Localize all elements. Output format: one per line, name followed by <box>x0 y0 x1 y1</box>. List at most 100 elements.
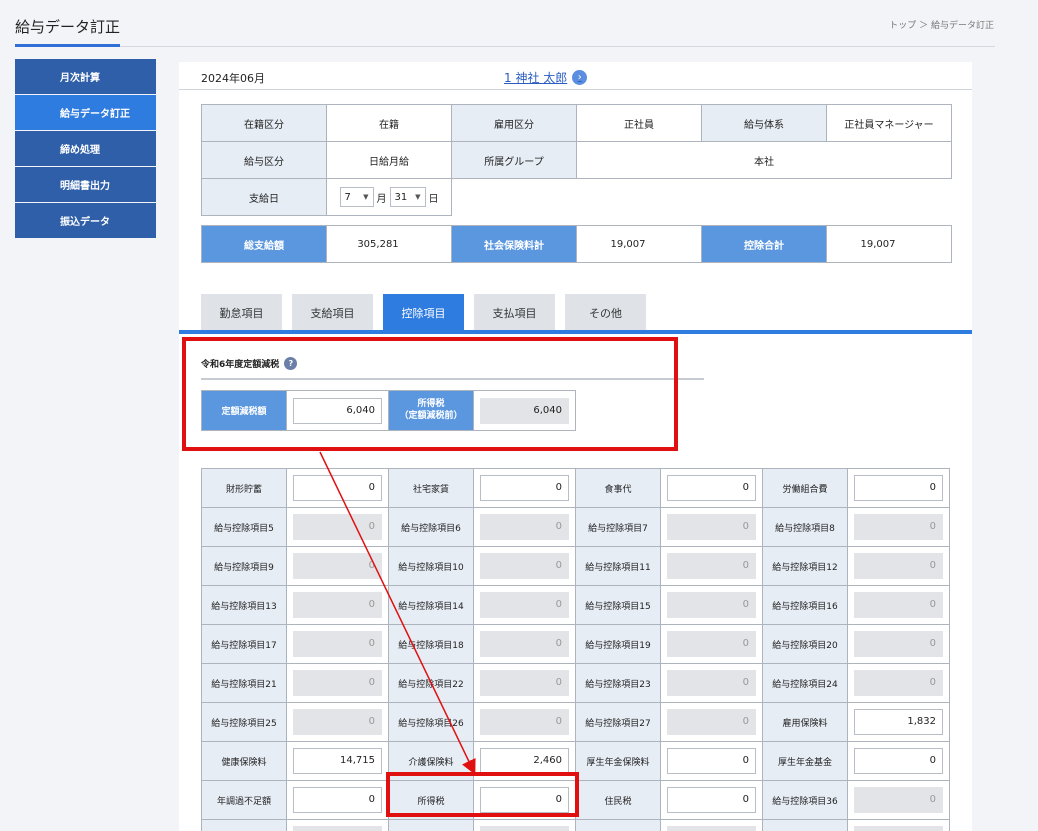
deduction-input: 0 <box>667 514 756 540</box>
deduction-value-cell: 0 <box>473 624 576 664</box>
employee-link[interactable]: 1 神社 太郎 › <box>504 69 588 86</box>
deduction-value-cell: 0 <box>847 546 950 586</box>
pay-month: 2024年06月 <box>201 72 265 85</box>
tab-deductions[interactable]: 控除項目 <box>383 294 464 331</box>
deduction-label: 年調過不足額 <box>201 780 287 820</box>
sidebar-item-monthly-calc[interactable]: 月次計算 <box>15 59 156 94</box>
deduction-value-cell: 0 <box>660 663 763 703</box>
page-title: 給与データ訂正 <box>15 18 121 36</box>
deduction-value-cell: 0 <box>286 663 389 703</box>
deduction-label: 給与控除項目13 <box>201 585 287 625</box>
sidebar: 月次計算 給与データ訂正 締め処理 明細書出力 振込データ <box>15 59 156 239</box>
chevron-down-icon: ▼ <box>363 193 369 201</box>
group-label: 所属グループ <box>451 141 577 179</box>
deduction-label: 給与控除項目12 <box>762 546 848 586</box>
deduction-value-cell <box>286 819 389 831</box>
deduction-label: 給与控除項目25 <box>201 702 287 742</box>
deduction-input[interactable]: 0 <box>667 787 756 813</box>
deduction-input <box>293 826 382 831</box>
deduction-value-cell: 0 <box>847 507 950 547</box>
deduction-row: 財形貯蓄 0 社宅家賃 0 食事代 0 労働組合費 0 <box>201 468 950 508</box>
deduction-total-label: 控除合計 <box>701 225 827 263</box>
deduction-label: 給与控除項目19 <box>575 624 661 664</box>
deduction-label: 給与控除項目6 <box>388 507 474 547</box>
deduction-input[interactable]: 0 <box>293 475 382 501</box>
pay-system-value: 正社員マネージャー <box>826 104 952 142</box>
deduction-label: 給与控除項目7 <box>575 507 661 547</box>
sidebar-item-payroll-correction[interactable]: 給与データ訂正 <box>15 95 156 130</box>
deduction-input[interactable]: 0 <box>480 475 569 501</box>
social-insurance-label: 社会保険料計 <box>451 225 577 263</box>
payday-day-select[interactable]: 31 ▼ <box>389 187 426 207</box>
pre-reduction-tax-value: 6,040 <box>480 397 569 424</box>
enrollment-label: 在籍区分 <box>201 104 327 142</box>
deduction-input: 0 <box>854 631 943 657</box>
deduction-label: 給与控除項目18 <box>388 624 474 664</box>
deduction-input: 0 <box>667 592 756 618</box>
payday-selector: 7 ▼ 月 31 ▼ 日 <box>326 178 452 216</box>
deduction-label: 給与控除項目24 <box>762 663 848 703</box>
deduction-label: 給与控除項目14 <box>388 585 474 625</box>
section-divider <box>201 378 704 380</box>
deduction-label: 給与控除項目10 <box>388 546 474 586</box>
deduction-input: 0 <box>480 553 569 579</box>
breadcrumb: トップ ＞ 給与データ訂正 <box>889 21 994 31</box>
deduction-value-cell: 0 <box>660 507 763 547</box>
sidebar-item-closing[interactable]: 締め処理 <box>15 131 156 166</box>
month-divider <box>179 89 972 90</box>
deduction-input <box>854 826 943 831</box>
enrollment-value: 在籍 <box>326 104 452 142</box>
deduction-input <box>480 826 569 831</box>
employee-info-table: 在籍区分 在籍 雇用区分 正社員 給与体系 正社員マネージャー 給与区分 日給月… <box>201 104 952 216</box>
deduction-row: 給与控除項目17 0 給与控除項目18 0 給与控除項目19 0 給与控除項目20 0 <box>201 624 950 664</box>
deduction-value-cell: 0 <box>660 585 763 625</box>
deduction-value-cell: 0 <box>286 624 389 664</box>
pay-system-label: 給与体系 <box>701 104 827 142</box>
deduction-label: 給与控除項目15 <box>575 585 661 625</box>
deduction-value-cell: 0 <box>847 663 950 703</box>
tab-attendance[interactable]: 勤怠項目 <box>201 294 282 331</box>
tab-payouts[interactable]: 支払項目 <box>474 294 555 331</box>
deduction-value-cell: 0 <box>660 741 763 781</box>
chevron-right-icon[interactable]: › <box>572 70 588 85</box>
payday-label: 支給日 <box>201 178 327 216</box>
deduction-label: 所得税 <box>388 780 474 820</box>
deduction-input[interactable]: 0 <box>854 748 943 774</box>
tax-reduction-title: 令和6年度定額減税 ? <box>201 357 298 370</box>
sidebar-item-transfer-data[interactable]: 振込データ <box>15 203 156 238</box>
deduction-label: 給与控除項目22 <box>388 663 474 703</box>
deduction-value-cell: 0 <box>847 624 950 664</box>
deduction-input: 0 <box>667 553 756 579</box>
deduction-row: 健康保険料 14,715 介護保険料 2,460 厚生年金保険料 0 厚生年金基金 0 <box>201 741 950 781</box>
tab-other[interactable]: その他 <box>565 294 646 331</box>
deduction-value-cell <box>847 819 950 831</box>
deduction-input[interactable]: 14,715 <box>293 748 382 774</box>
sidebar-item-statement-output[interactable]: 明細書出力 <box>15 167 156 202</box>
deduction-input[interactable]: 0 <box>480 787 569 813</box>
deduction-input[interactable]: 0 <box>854 475 943 501</box>
deduction-label: 食事代 <box>575 468 661 508</box>
reduction-amount-input[interactable]: 6,040 <box>293 397 382 424</box>
deduction-input: 0 <box>293 709 382 735</box>
deduction-value-cell: 0 <box>473 585 576 625</box>
deduction-input[interactable]: 0 <box>667 748 756 774</box>
gross-label: 総支給額 <box>201 225 327 263</box>
deduction-input[interactable]: 0 <box>667 475 756 501</box>
pre-reduction-tax-cell: 6,040 <box>473 390 576 431</box>
employee-name[interactable]: 1 神社 太郎 <box>504 69 567 86</box>
deduction-input: 0 <box>480 670 569 696</box>
month-unit: 月 <box>376 193 387 205</box>
deduction-input[interactable]: 0 <box>293 787 382 813</box>
deduction-input[interactable]: 1,832 <box>854 709 943 735</box>
tab-payments[interactable]: 支給項目 <box>292 294 373 331</box>
payday-month-select[interactable]: 7 ▼ <box>339 187 374 207</box>
deduction-label: 給与控除項目20 <box>762 624 848 664</box>
deduction-input[interactable]: 2,460 <box>480 748 569 774</box>
deduction-input: 0 <box>854 787 943 813</box>
deduction-input: 0 <box>480 592 569 618</box>
help-icon[interactable]: ? <box>284 357 298 370</box>
employment-value: 正社員 <box>576 104 702 142</box>
deduction-row: 年調過不足額 0 所得税 0 住民税 0 給与控除項目36 0 <box>201 780 950 820</box>
totals-table: 総支給額 305,281 社会保険料計 19,007 控除合計 19,007 <box>201 225 952 263</box>
deduction-label: 給与控除項目17 <box>201 624 287 664</box>
